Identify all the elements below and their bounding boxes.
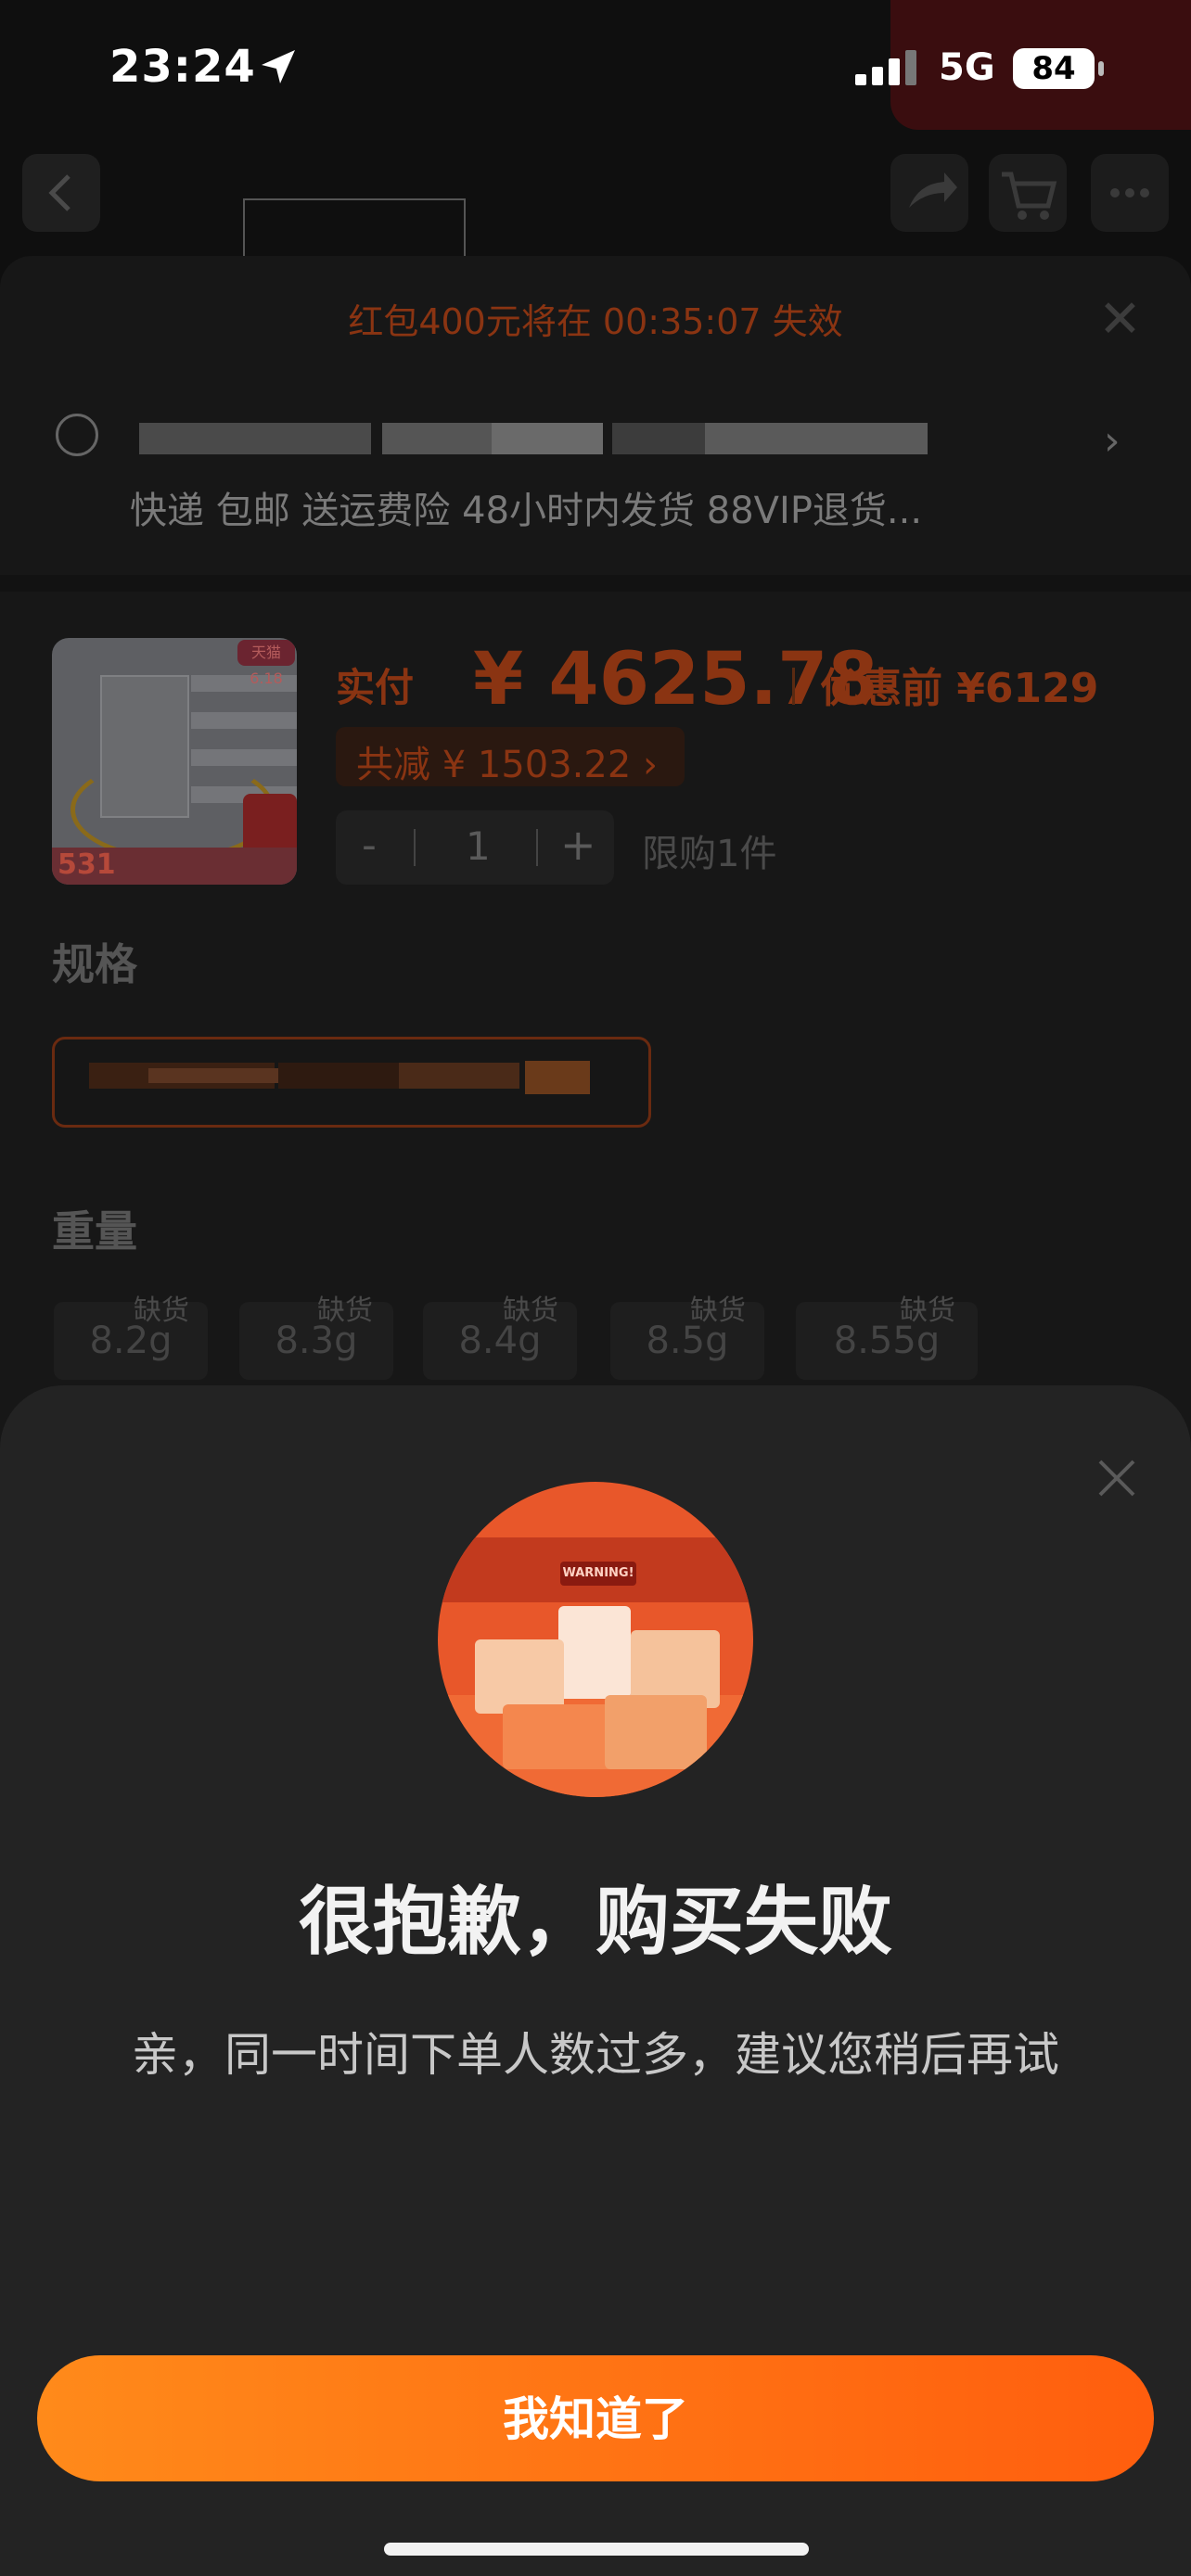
back-button[interactable] xyxy=(22,154,100,232)
purchase-limit: 限购1件 xyxy=(642,833,777,875)
divider xyxy=(0,575,1191,592)
more-icon xyxy=(1110,188,1149,198)
share-icon xyxy=(909,172,957,208)
dialog-message: 亲，同一时间下单人数过多，建议您稍后再试 xyxy=(132,2028,1059,2082)
shipping-info: 快递 包邮 送运费险 48小时内发货 88VIP退货... xyxy=(130,490,923,532)
home-indicator[interactable] xyxy=(384,2543,809,2556)
chevron-right-icon[interactable]: › xyxy=(1104,417,1121,465)
location-arrow-icon xyxy=(262,50,295,83)
paid-amount: ¥ 4625.78 xyxy=(473,638,878,721)
weight-title: 重量 xyxy=(52,1206,137,1256)
cellular-signal-icon xyxy=(855,50,916,85)
out-of-stock-badge: 缺货 xyxy=(900,1294,955,1327)
acknowledge-button[interactable]: 我知道了 xyxy=(37,2355,1154,2481)
out-of-stock-badge: 缺货 xyxy=(134,1294,189,1327)
decrease-button[interactable]: - xyxy=(362,822,377,869)
tmall-tag: 天猫 6.18 xyxy=(237,640,295,687)
coupon-expiry-notice: 红包400元将在 00:35:07 失效 xyxy=(348,301,843,342)
close-icon[interactable]: ✕ xyxy=(1098,289,1142,350)
increase-button[interactable]: + xyxy=(560,820,596,870)
thumb-price: 531 xyxy=(58,848,116,881)
more-button[interactable] xyxy=(1091,154,1169,232)
discount-amount: 共减 ¥ 1503.22 › xyxy=(356,744,658,786)
share-button[interactable] xyxy=(890,154,968,232)
original-price: 优惠前 ¥6129 xyxy=(820,665,1099,712)
paid-label: 实付 xyxy=(336,665,415,710)
out-of-stock-badge: 缺货 xyxy=(503,1294,558,1327)
warning-sign: WARNING! xyxy=(560,1562,636,1586)
quantity-value: 1 xyxy=(466,823,491,869)
spec-title: 规格 xyxy=(52,939,137,989)
product-thumbnail[interactable]: 天猫 6.18 531 xyxy=(52,638,297,885)
network-type: 5G xyxy=(939,46,995,89)
status-time: 23:24 xyxy=(109,41,256,93)
dialog-title: 很抱歉，购买失败 xyxy=(299,1879,892,1965)
out-of-stock-badge: 缺货 xyxy=(317,1294,373,1327)
location-icon xyxy=(56,414,98,456)
warning-illustration: WARNING! xyxy=(438,1482,753,1797)
status-bar: 23:24 5G 84 xyxy=(0,0,1191,139)
address-redacted xyxy=(139,423,371,454)
close-icon[interactable] xyxy=(1093,1454,1141,1502)
cart-button[interactable] xyxy=(989,154,1067,232)
chevron-left-icon xyxy=(48,174,70,211)
out-of-stock-badge: 缺货 xyxy=(690,1294,746,1327)
cart-icon xyxy=(1002,172,1057,220)
battery-icon: 84 xyxy=(1013,48,1095,89)
